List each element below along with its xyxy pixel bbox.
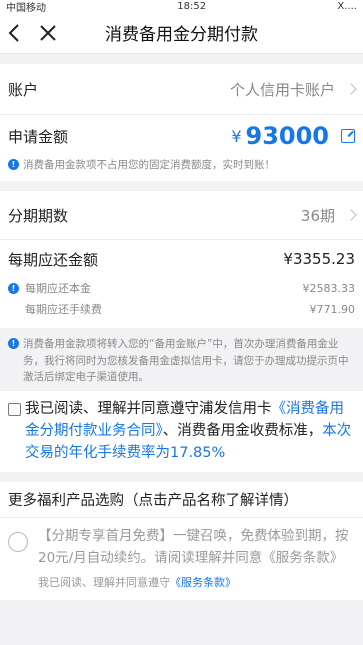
- account-label: 账户: [8, 80, 39, 99]
- repay-label: 每期应还金额: [8, 250, 99, 269]
- edit-icon[interactable]: [341, 129, 355, 143]
- promo-item: 【分期专享首月免费】一键召唤，免费体验到期，按20元/月自动续约。请阅读理解并同…: [0, 518, 363, 599]
- term-row[interactable]: 分期期数 36期: [0, 191, 363, 240]
- amount-field[interactable]: ¥ 93000: [231, 122, 355, 150]
- fee-value: ¥771.90: [309, 302, 356, 316]
- principal-value: ¥2583.33: [302, 281, 356, 295]
- agreement-section: 我已阅读、理解并同意遵守浦发信用卡《消费备用金分期付款业务合同》、消费备用金收费…: [0, 391, 363, 473]
- term-label: 分期期数: [8, 206, 69, 225]
- promo-radio[interactable]: [8, 532, 28, 553]
- terms-link[interactable]: 《服务条款》: [170, 576, 236, 589]
- time-label: 18:52: [177, 0, 207, 12]
- carrier-label: 中国移动: [6, 2, 46, 13]
- more-products-title: 更多福利产品选购（点击产品名称了解详情）: [8, 493, 298, 510]
- chevron-left-icon: [8, 23, 19, 42]
- close-button[interactable]: [34, 12, 62, 54]
- fee-label: 每期应还手续费: [25, 303, 102, 317]
- promo-text[interactable]: 【分期专享首月免费】一键召唤，免费体验到期，按20元/月自动续约。请阅读理解并同…: [38, 526, 355, 569]
- term-value: 36期: [300, 206, 335, 225]
- info-icon[interactable]: !: [8, 282, 19, 294]
- back-button[interactable]: [2, 12, 26, 54]
- agreement-text: 我已阅读、理解并同意遵守浦发信用卡《消费备用金分期付款业务合同》、消费备用金收费…: [25, 401, 352, 461]
- chevron-down-icon: [345, 83, 357, 95]
- nav-bar: 消费备用金分期付款: [0, 12, 363, 54]
- close-icon: [40, 24, 56, 41]
- promo-subtext: 我已阅读、理解并同意遵守《服务条款》: [38, 575, 236, 589]
- info-note: ! 消费备用金款项将转入您的“备用金账户”中，首次办理消费备用金业务，我行将同时…: [0, 328, 363, 391]
- info-icon: !: [8, 159, 19, 170]
- amount-section: 申请金额 ¥ 93000 ! 消费备用金款项不占用您的固定消费额度，实时到账！: [0, 114, 363, 182]
- fee-row: 每期应还手续费 ¥771.90: [0, 298, 363, 320]
- account-value: 个人信用卡账户: [229, 80, 335, 99]
- repay-value: ¥3355.23: [283, 250, 355, 269]
- account-row[interactable]: 账户 个人信用卡账户: [0, 64, 363, 114]
- repay-section: 每期应还金额 ¥3355.23 ! 每期应还本金 ¥2583.33 每期应还手续…: [0, 239, 363, 329]
- info-icon: !: [8, 338, 19, 350]
- amount-label: 申请金额: [8, 127, 69, 146]
- status-bar: 中国移动 18:52 X....: [0, 0, 363, 12]
- principal-row: ! 每期应还本金 ¥2583.33: [0, 278, 363, 298]
- currency-symbol: ¥: [231, 126, 242, 146]
- amount-note: ! 消费备用金款项不占用您的固定消费额度，实时到账！: [0, 157, 363, 173]
- more-products-section: 更多福利产品选购（点击产品名称了解详情） 【分期专享首月免费】一键召唤，免费体验…: [0, 482, 363, 600]
- status-right: X....: [337, 0, 357, 12]
- agreement-checkbox[interactable]: [8, 403, 21, 417]
- principal-label: 每期应还本金: [25, 282, 91, 296]
- amount-value: 93000: [245, 122, 330, 150]
- chevron-down-icon: [345, 209, 357, 221]
